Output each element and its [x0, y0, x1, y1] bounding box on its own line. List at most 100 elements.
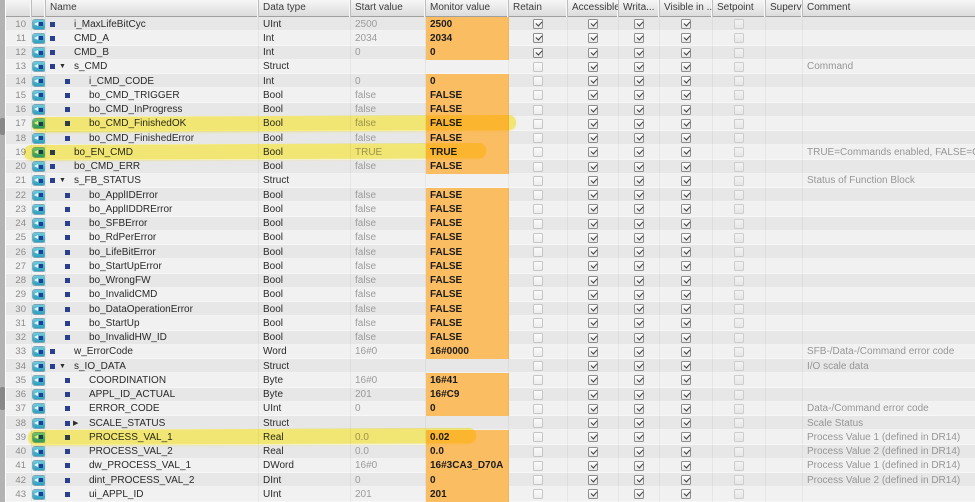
visible-checkbox[interactable]: [681, 90, 691, 101]
column-header-setpoint[interactable]: Setpoint: [713, 0, 766, 17]
row-number[interactable]: 39: [6, 430, 32, 445]
retain-checkbox[interactable]: [533, 446, 543, 457]
writable-checkbox[interactable]: [634, 232, 644, 243]
data-type-cell[interactable]: Bool: [259, 102, 351, 117]
accessible-checkbox[interactable]: [588, 289, 598, 300]
visible-checkbox[interactable]: [681, 47, 691, 58]
writable-checkbox[interactable]: [634, 489, 644, 500]
data-type-cell[interactable]: Bool: [259, 273, 351, 288]
accessible-checkbox[interactable]: [588, 304, 598, 315]
row-number[interactable]: 22: [6, 188, 32, 203]
comment-cell[interactable]: [803, 188, 975, 202]
name-cell[interactable]: bo_InvalidCMD: [46, 287, 259, 302]
comment-cell[interactable]: Process Value 2 (defined in DR14): [803, 473, 975, 487]
accessible-checkbox[interactable]: [588, 346, 598, 357]
retain-checkbox[interactable]: [533, 375, 543, 386]
writable-checkbox[interactable]: [634, 261, 644, 272]
data-type-cell[interactable]: Real: [259, 430, 351, 445]
retain-checkbox[interactable]: [533, 418, 543, 429]
data-type-cell[interactable]: Bool: [259, 131, 351, 146]
row-number[interactable]: 23: [6, 202, 32, 217]
accessible-checkbox[interactable]: [588, 375, 598, 386]
data-type-cell[interactable]: Int: [259, 45, 351, 60]
visible-checkbox[interactable]: [681, 432, 691, 443]
comment-cell[interactable]: [803, 259, 975, 273]
writable-checkbox[interactable]: [634, 104, 644, 115]
retain-checkbox[interactable]: [533, 161, 543, 172]
name-cell[interactable]: APPL_ID_ACTUAL: [46, 387, 259, 402]
name-cell[interactable]: bo_LifeBitError: [46, 245, 259, 260]
visible-checkbox[interactable]: [681, 104, 691, 115]
writable-checkbox[interactable]: [634, 76, 644, 87]
start-value-cell[interactable]: 2034: [351, 31, 426, 46]
retain-checkbox[interactable]: [533, 346, 543, 357]
visible-checkbox[interactable]: [681, 418, 691, 429]
visible-checkbox[interactable]: [681, 304, 691, 315]
comment-cell[interactable]: Scale Status: [803, 416, 975, 430]
retain-checkbox[interactable]: [533, 318, 543, 329]
comment-cell[interactable]: [803, 274, 975, 288]
row-number[interactable]: 31: [6, 316, 32, 331]
collapse-arrow-icon[interactable]: ▼: [59, 174, 66, 188]
collapse-arrow-icon[interactable]: ▼: [59, 60, 66, 74]
data-type-cell[interactable]: Bool: [259, 316, 351, 331]
name-cell[interactable]: bo_SFBError: [46, 216, 259, 231]
row-number[interactable]: 16: [6, 102, 32, 117]
comment-cell[interactable]: [803, 487, 975, 501]
name-cell[interactable]: bo_DataOperationError: [46, 302, 259, 317]
visible-checkbox[interactable]: [681, 346, 691, 357]
accessible-checkbox[interactable]: [588, 118, 598, 129]
column-header-accessible[interactable]: Accessible f...: [568, 0, 619, 17]
row-number[interactable]: 13: [6, 59, 32, 74]
writable-checkbox[interactable]: [634, 304, 644, 315]
writable-checkbox[interactable]: [634, 133, 644, 144]
writable-checkbox[interactable]: [634, 204, 644, 215]
row-number[interactable]: 19: [6, 145, 32, 160]
data-type-cell[interactable]: Int: [259, 74, 351, 89]
start-value-cell[interactable]: 16#0: [351, 344, 426, 359]
column-header-comment[interactable]: Comment: [803, 0, 975, 17]
comment-cell[interactable]: SFB-/Data-/Command error code: [803, 345, 975, 359]
start-value-cell[interactable]: 0.0: [351, 430, 426, 445]
name-cell[interactable]: bo_CMD_FinishedOK: [46, 116, 259, 131]
start-value-cell[interactable]: [351, 173, 426, 188]
accessible-checkbox[interactable]: [588, 204, 598, 215]
writable-checkbox[interactable]: [634, 47, 644, 58]
name-cell[interactable]: bo_ApplIDDRError: [46, 202, 259, 217]
accessible-checkbox[interactable]: [588, 460, 598, 471]
row-number[interactable]: 34: [6, 359, 32, 374]
data-type-cell[interactable]: Bool: [259, 259, 351, 274]
column-header-start_value[interactable]: Start value: [351, 0, 426, 17]
start-value-cell[interactable]: 0: [351, 401, 426, 416]
comment-cell[interactable]: [803, 17, 975, 31]
accessible-checkbox[interactable]: [588, 418, 598, 429]
data-type-cell[interactable]: Word: [259, 344, 351, 359]
accessible-checkbox[interactable]: [588, 446, 598, 457]
accessible-checkbox[interactable]: [588, 432, 598, 443]
retain-checkbox[interactable]: [533, 104, 543, 115]
writable-checkbox[interactable]: [634, 161, 644, 172]
visible-checkbox[interactable]: [681, 289, 691, 300]
data-type-cell[interactable]: DInt: [259, 473, 351, 488]
name-cell[interactable]: ▼ s_IO_DATA: [46, 359, 259, 374]
data-type-cell[interactable]: Struct: [259, 359, 351, 374]
visible-checkbox[interactable]: [681, 175, 691, 186]
writable-checkbox[interactable]: [634, 190, 644, 201]
retain-checkbox[interactable]: [533, 232, 543, 243]
data-type-cell[interactable]: Bool: [259, 145, 351, 160]
data-type-cell[interactable]: UInt: [259, 17, 351, 32]
comment-cell[interactable]: [803, 373, 975, 387]
retain-checkbox[interactable]: [533, 175, 543, 186]
comment-cell[interactable]: [803, 88, 975, 102]
writable-checkbox[interactable]: [634, 346, 644, 357]
start-value-cell[interactable]: [351, 59, 426, 74]
comment-cell[interactable]: [803, 302, 975, 316]
column-header-supervision[interactable]: Supervis...: [766, 0, 803, 17]
name-cell[interactable]: bo_CMD_InProgress: [46, 102, 259, 117]
row-number[interactable]: 14: [6, 74, 32, 89]
start-value-cell[interactable]: false: [351, 202, 426, 217]
collapse-arrow-icon[interactable]: ▼: [59, 359, 66, 373]
retain-checkbox[interactable]: [533, 204, 543, 215]
data-type-cell[interactable]: Byte: [259, 373, 351, 388]
data-type-cell[interactable]: Bool: [259, 287, 351, 302]
